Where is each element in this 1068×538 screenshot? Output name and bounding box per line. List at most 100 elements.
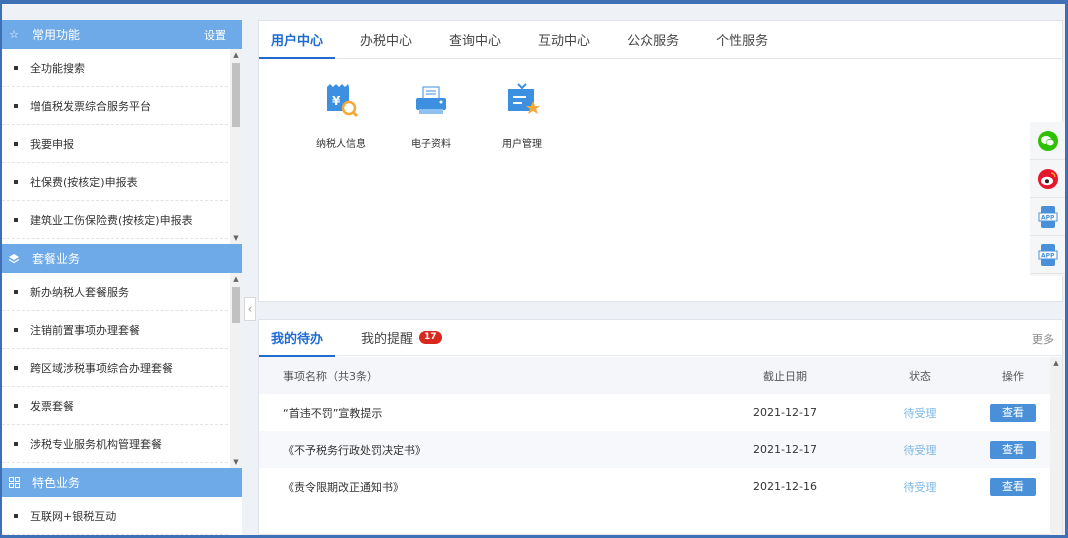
sidebar-item[interactable]: 增值税发票综合服务平台: [2, 87, 228, 125]
sidebar-item[interactable]: 我要申报: [2, 125, 228, 163]
tab-personal-service[interactable]: 个性服务: [704, 20, 780, 58]
column-header-action: 操作: [1002, 369, 1024, 383]
scroll-up-icon[interactable]: ▲: [230, 273, 242, 285]
scrollbar-thumb[interactable]: [232, 287, 240, 323]
sidebar-item[interactable]: 建筑业工伤保险费(按核定)申报表: [2, 201, 228, 239]
scroll-up-icon[interactable]: ▲: [1050, 357, 1062, 369]
weibo-button[interactable]: [1030, 160, 1066, 198]
sidebar-section-common-list: 全功能搜索 增值税发票综合服务平台 我要申报 社保费(按核定)申报表 建筑业工伤…: [2, 49, 242, 244]
floating-share-bar: APP APP: [1030, 122, 1066, 276]
svg-text:APP: APP: [1041, 252, 1055, 259]
bullet-icon: [14, 365, 18, 370]
item-status: 待受理: [903, 443, 937, 457]
user-center-panel: 用户中心 办税中心 查询中心 互动中心 公众服务 个性服务 ¥ 纳税人信息 电子…: [258, 20, 1063, 302]
scroll-up-icon[interactable]: ▲: [230, 49, 242, 61]
item-status: 待受理: [903, 480, 937, 494]
sidebar-section-title: 特色业务: [32, 476, 81, 490]
sidebar-item[interactable]: 发票套餐: [2, 387, 228, 425]
sidebar-item[interactable]: 全功能搜索: [2, 49, 228, 87]
table-row: 《责令限期改正通知书》 2021-12-16 待受理 查看: [259, 468, 1051, 505]
more-link[interactable]: 更多: [1032, 331, 1054, 347]
sidebar-section-special-header[interactable]: 特色业务: [2, 468, 242, 497]
tab-interaction-center[interactable]: 互动中心: [526, 20, 602, 58]
item-deadline: 2021-12-17: [753, 443, 817, 456]
sidebar-item-label: 涉税专业服务机构管理套餐: [30, 437, 162, 451]
sidebar-scrollbar[interactable]: ▲ ▼: [230, 273, 242, 468]
sidebar-section-common-header[interactable]: ☆ 常用功能 设置: [2, 20, 242, 49]
sidebar-item[interactable]: 跨区域涉税事项综合办理套餐: [2, 349, 228, 387]
scroll-down-icon[interactable]: ▼: [230, 456, 242, 468]
user-management-icon: [502, 81, 542, 121]
sidebar: ☆ 常用功能 设置 全功能搜索 增值税发票综合服务平台 我要申报 社保费(按核定…: [2, 20, 242, 535]
bullet-icon: [14, 327, 18, 332]
tab-public-service[interactable]: 公众服务: [615, 20, 691, 58]
sidebar-item-label: 新办纳税人套餐服务: [30, 285, 129, 299]
sidebar-item-label: 全功能搜索: [30, 61, 85, 75]
table-scrollbar[interactable]: ▲: [1050, 357, 1062, 535]
wechat-icon: [1038, 130, 1058, 151]
function-tiles: ¥ 纳税人信息 电子资料 用户管理: [259, 59, 1062, 259]
window-top-border: [0, 0, 1068, 4]
item-name: 《责令限期改正通知书》: [283, 480, 404, 494]
sidebar-section-title: 常用功能: [32, 28, 81, 42]
tile-taxpayer-info[interactable]: ¥ 纳税人信息: [306, 81, 376, 150]
sidebar-item-label: 我要申报: [30, 137, 74, 151]
sidebar-section-package-header[interactable]: 套餐业务: [2, 244, 242, 273]
item-name: 《不予税务行政处罚决定书》: [283, 443, 426, 457]
sidebar-item-label: 注销前置事项办理套餐: [30, 323, 140, 337]
bullet-icon: [14, 65, 18, 70]
app-icon: APP: [1038, 205, 1058, 228]
sidebar-item-label: 社保费(按核定)申报表: [30, 175, 138, 189]
tile-label: 纳税人信息: [316, 139, 366, 150]
item-name: “首违不罚”宣教提示: [283, 406, 383, 420]
sidebar-item[interactable]: 涉税专业服务机构管理套餐: [2, 425, 228, 463]
tile-label: 用户管理: [502, 139, 542, 150]
app-download-button-2[interactable]: APP: [1030, 236, 1066, 274]
item-deadline: 2021-12-16: [753, 480, 817, 493]
main-tabs: 用户中心 办税中心 查询中心 互动中心 公众服务 个性服务: [259, 21, 1062, 59]
layers-icon: [8, 253, 20, 265]
view-button[interactable]: 查看: [990, 477, 1036, 496]
sidebar-item-label: 建筑业工伤保险费(按核定)申报表: [30, 213, 193, 227]
column-header-status: 状态: [909, 369, 931, 383]
scroll-down-icon[interactable]: ▼: [230, 232, 242, 244]
wechat-button[interactable]: [1030, 122, 1066, 160]
scrollbar-thumb[interactable]: [232, 63, 240, 127]
tab-my-todo[interactable]: 我的待办: [259, 320, 336, 357]
sidebar-item-label: 互联网+银税互动: [30, 509, 117, 523]
sidebar-scrollbar[interactable]: ▲ ▼: [230, 49, 242, 244]
column-header-name: 事项名称（共3条）: [283, 369, 378, 383]
chevron-left-icon: ‹: [247, 302, 253, 316]
column-header-deadline: 截止日期: [763, 369, 807, 383]
taxpayer-info-icon: ¥: [321, 81, 361, 121]
tile-user-management[interactable]: 用户管理: [487, 81, 557, 150]
settings-link[interactable]: 设置: [204, 27, 226, 43]
tab-tax-center[interactable]: 办税中心: [348, 20, 424, 58]
sidebar-section-package-list: 新办纳税人套餐服务 注销前置事项办理套餐 跨区域涉税事项综合办理套餐 发票套餐 …: [2, 273, 242, 468]
view-button[interactable]: 查看: [990, 403, 1036, 422]
app-download-button[interactable]: APP: [1030, 198, 1066, 236]
item-deadline: 2021-12-17: [753, 406, 817, 419]
bullet-icon: [14, 441, 18, 446]
sidebar-item[interactable]: 注销前置事项办理套餐: [2, 311, 228, 349]
bullet-icon: [14, 141, 18, 146]
tab-my-reminders[interactable]: 我的提醒 17: [349, 320, 454, 356]
bullet-icon: [14, 289, 18, 294]
sidebar-item-label: 增值税发票综合服务平台: [30, 99, 151, 113]
bullet-icon: [14, 179, 18, 184]
bullet-icon: [14, 513, 18, 518]
tab-query-center[interactable]: 查询中心: [437, 20, 513, 58]
app-icon: APP: [1038, 243, 1058, 266]
tab-user-center[interactable]: 用户中心: [259, 20, 336, 59]
view-button[interactable]: 查看: [990, 440, 1036, 459]
item-status: 待受理: [903, 406, 937, 420]
sidebar-item[interactable]: 社保费(按核定)申报表: [2, 163, 228, 201]
sidebar-item[interactable]: 互联网+银税互动: [2, 497, 228, 535]
star-icon: ☆: [9, 28, 19, 41]
bullet-icon: [14, 403, 18, 408]
tile-electronic-docs[interactable]: 电子资料: [396, 81, 466, 150]
sidebar-item[interactable]: 新办纳税人套餐服务: [2, 273, 228, 311]
bullet-icon: [14, 103, 18, 108]
sidebar-collapse-button[interactable]: ‹: [244, 297, 256, 321]
table-row: 《不予税务行政处罚决定书》 2021-12-17 待受理 查看: [259, 431, 1051, 468]
